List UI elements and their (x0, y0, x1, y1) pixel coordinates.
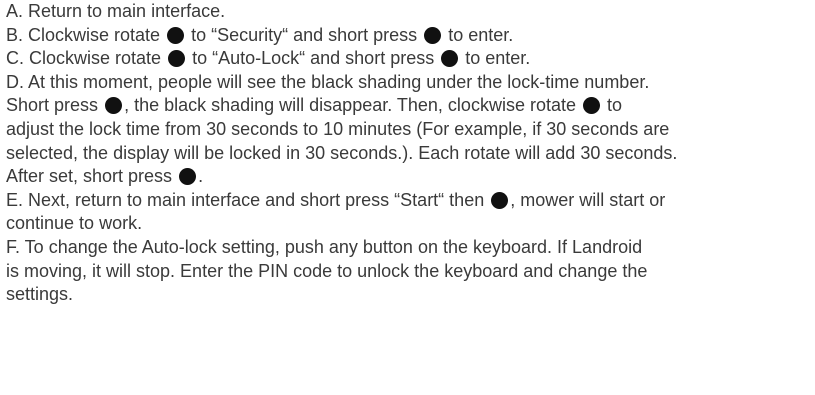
control-dial-icon (167, 26, 185, 44)
step-e-text-1a: E. Next, return to main interface and sh… (6, 189, 485, 210)
step-f-text-1: F. To change the Auto-lock setting, push… (6, 236, 643, 257)
step-c-text-2: to “Auto-Lock“ and short press (192, 48, 435, 69)
step-d-text-3: adjust the lock time from 30 seconds to … (6, 118, 670, 139)
step-f-text-2: is moving, it will stop. Enter the PIN c… (6, 260, 648, 281)
step-d-text-5b: . (198, 166, 204, 187)
step-a-text: A. Return to main interface. (6, 1, 226, 21)
step-f-line-2: is moving, it will stop. Enter the PIN c… (6, 260, 812, 284)
control-dial-icon (441, 50, 459, 68)
step-b-text-2: to “Security“ and short press (191, 24, 418, 45)
step-e-line-2: continue to work. (6, 212, 812, 236)
step-c-text-3: to enter. (465, 48, 531, 69)
control-dial-icon (105, 97, 123, 115)
step-e-text-1b: , mower will start or (510, 189, 666, 210)
step-f-line-1: F. To change the Auto-lock setting, push… (6, 236, 812, 260)
step-c-text-1: C. Clockwise rotate (6, 48, 162, 69)
step-e-line-1: E. Next, return to main interface and sh… (6, 189, 812, 213)
step-d-text-4: selected, the display will be locked in … (6, 142, 678, 163)
control-dial-icon (583, 97, 600, 115)
step-d-text-2b: , the black shading will disappear. Then… (124, 95, 576, 116)
step-d-line-3: adjust the lock time from 30 seconds to … (6, 118, 812, 142)
instructions: A. Return to main interface. B. Clockwis… (6, 0, 812, 307)
step-a: A. Return to main interface. (6, 0, 812, 24)
step-f-line-3: settings. (6, 283, 812, 307)
step-d-text-2c: to (607, 95, 623, 116)
step-f-text-3: settings. (6, 284, 74, 305)
step-b-text-1: B. Clockwise rotate (6, 24, 161, 45)
step-d-text-5a: After set, short press (6, 166, 173, 187)
step-d-line-4: selected, the display will be locked in … (6, 142, 812, 166)
step-d-line-5: After set, short press . (6, 165, 812, 189)
step-d-text-2a: Short press (6, 95, 99, 116)
control-dial-icon (424, 26, 442, 44)
control-dial-icon (168, 50, 186, 68)
control-dial-icon (491, 191, 509, 209)
step-d-line-1: D. At this moment, people will see the b… (6, 71, 812, 95)
control-dial-icon (179, 168, 197, 186)
step-b-text-3: to enter. (448, 24, 514, 45)
step-b: B. Clockwise rotate to “Security“ and sh… (6, 24, 812, 48)
step-d-line-2: Short press , the black shading will dis… (6, 94, 812, 118)
step-c: C. Clockwise rotate to “Auto-Lock“ and s… (6, 47, 812, 71)
step-d-text-1: D. At this moment, people will see the b… (6, 71, 650, 92)
step-e-text-2: continue to work. (6, 213, 143, 234)
